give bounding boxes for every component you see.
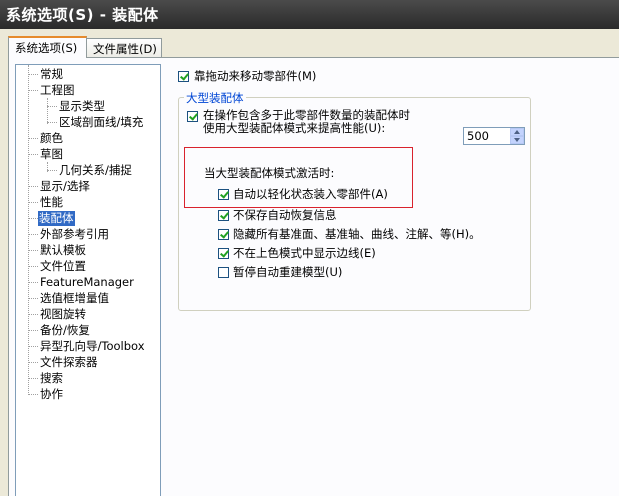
tree-line [28,186,38,187]
tree-line [28,330,38,331]
options-tree[interactable]: 常规 工程图 显示类型 区域剖面线/填充 颜色 草图 几何关系/捕捉 显示/选择… [15,64,161,496]
tree-line [28,314,38,315]
suspend-rebuild-checkbox[interactable] [218,267,229,278]
tree-item-performance[interactable]: 性能 [39,195,64,210]
no-save-recover-checkbox[interactable] [218,210,229,221]
tree-line [47,106,57,107]
tab-label: 文件属性(D) [93,42,157,56]
tree-line [28,298,38,299]
tree-line [47,170,57,171]
no-edges-shaded-label: 不在上色模式中显示边线(E) [233,246,376,260]
large-assemblies-group-title: 大型装配体 [184,90,246,106]
auto-lightweight-label: 自动以轻化状态装入零部件(A) [233,187,388,201]
tree-line [28,234,38,235]
suspend-rebuild-label: 暂停自动重建模型(U) [233,265,343,279]
tree-line [28,138,38,139]
when-active-label: 当大型装配体模式激活时: [204,166,335,180]
use-large-mode-label-line2: 使用大型装配体模式来提高性能(U): [203,121,386,135]
tree-item-external-references[interactable]: 外部参考引用 [39,227,110,242]
no-edges-shaded-checkbox[interactable] [218,248,229,259]
tree-item-hole-wizard-toolbox[interactable]: 异型孔向导/Toolbox [39,339,146,354]
title-bar: 系统选项(S) - 装配体 [0,0,619,29]
tree-item-default-templates[interactable]: 默认模板 [39,243,87,258]
tree-item-file-explorer[interactable]: 文件探索器 [39,355,99,370]
tree-line [28,362,38,363]
use-large-mode-checkbox[interactable] [187,111,198,122]
tree-line [28,266,38,267]
component-threshold-value: 500 [467,129,489,143]
tree-line [28,394,38,395]
tree-line [28,154,38,155]
tree-line [47,122,57,123]
spin-up-icon[interactable] [510,128,524,136]
tree-item-search[interactable]: 搜索 [39,371,64,386]
hide-planes-label: 隐藏所有基准面、基准轴、曲线、注解、等(H)。 [233,227,481,241]
tree-item-sketch[interactable]: 草图 [39,147,64,162]
tree-line [28,202,38,203]
tree-line [28,346,38,347]
tree-line [28,74,38,75]
window-title: 系统选项(S) - 装配体 [6,6,159,24]
tree-item-area-hatch[interactable]: 区域剖面线/填充 [58,115,144,130]
hide-planes-checkbox[interactable] [218,229,229,240]
tree-item-drawings[interactable]: 工程图 [39,83,76,98]
tab-system-options[interactable]: 系统选项(S) [8,36,87,58]
tree-line [47,98,48,124]
tree-item-colors[interactable]: 颜色 [39,131,64,146]
tree-item-collaboration[interactable]: 协作 [39,387,64,402]
drag-move-checkbox[interactable] [178,71,189,82]
tab-document-properties[interactable]: 文件属性(D) [86,38,162,58]
spin-buttons [510,128,524,144]
drag-move-label: 靠拖动来移动零部件(M) [194,69,317,83]
component-threshold-spinbox[interactable]: 500 [463,127,525,145]
tree-item-file-locations[interactable]: 文件位置 [39,259,87,274]
tree-line [28,282,38,283]
auto-lightweight-checkbox[interactable] [218,189,229,200]
no-save-recover-label: 不保存自动恢复信息 [233,208,337,222]
tree-item-featuremanager[interactable]: FeatureManager [39,275,135,290]
tree-item-view-rotation[interactable]: 视图旋转 [39,307,87,322]
tree-item-display-selection[interactable]: 显示/选择 [39,179,91,194]
use-large-mode-label-line1: 在操作包含多于此零部件数量的装配体时 [203,108,410,122]
tree-line [28,218,38,219]
tree-line [28,378,38,379]
tree-item-relations-snaps[interactable]: 几何关系/捕捉 [58,163,133,178]
tree-line [28,250,38,251]
tree-item-assemblies[interactable]: 装配体 [38,211,75,226]
spin-down-icon[interactable] [510,136,524,144]
tree-item-general[interactable]: 常规 [39,67,64,82]
tab-label: 系统选项(S) [15,41,78,55]
tree-item-backup-recover[interactable]: 备份/恢复 [39,323,91,338]
tree-item-display-style[interactable]: 显示类型 [58,99,106,114]
tree-item-spin-box-increments[interactable]: 选值框增量值 [39,291,110,306]
tree-line [28,90,38,91]
